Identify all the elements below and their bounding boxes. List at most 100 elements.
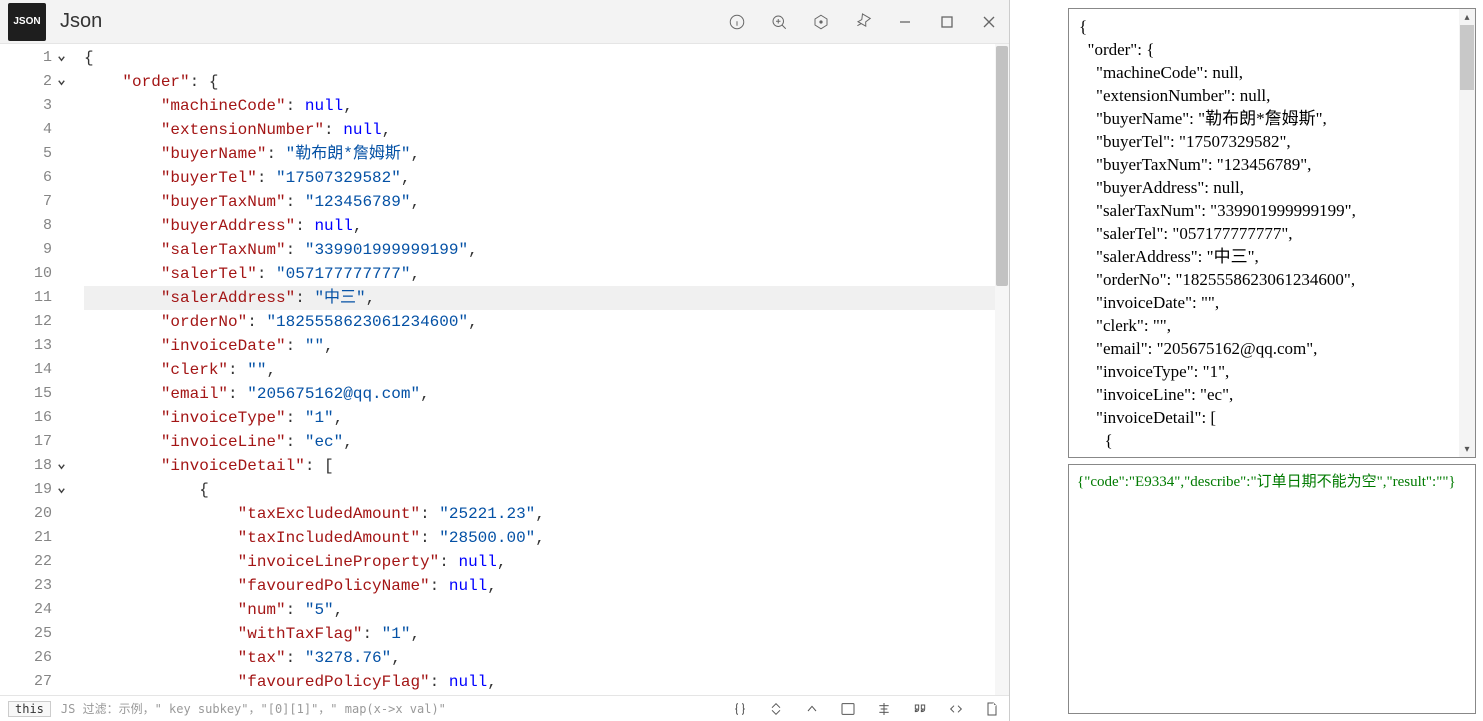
caret-up-icon[interactable]: [803, 700, 821, 718]
code-line[interactable]: "email": "205675162@qq.com",: [84, 382, 1009, 406]
hexagon-icon[interactable]: [809, 10, 833, 34]
line-number: 14: [0, 358, 52, 382]
preview-line: "buyerTaxNum": "123456789",: [1079, 153, 1471, 176]
code-line[interactable]: "extensionNumber": null,: [84, 118, 1009, 142]
code-line[interactable]: "taxExcludedAmount": "25221.23",: [84, 502, 1009, 526]
code-line[interactable]: "clerk": "",: [84, 358, 1009, 382]
preview-line: "buyerName": "勒布朗*詹姆斯",: [1079, 107, 1471, 130]
line-number: 27: [0, 670, 52, 694]
line-number: 24: [0, 598, 52, 622]
app-icon: JSON: [8, 3, 46, 41]
line-number: 8: [0, 214, 52, 238]
code-line[interactable]: "withTaxFlag": "1",: [84, 622, 1009, 646]
code-editor[interactable]: { "order": { "machineCode": null, "exten…: [62, 44, 1009, 695]
code-line[interactable]: "invoiceLine": "ec",: [84, 430, 1009, 454]
status-bar: this JS 过滤：示例，" key subkey"，"[0][1]"，" m…: [0, 695, 1009, 721]
line-number: 6: [0, 166, 52, 190]
preview-scrollbar[interactable]: ▴▾: [1459, 9, 1475, 457]
line-number: 18: [0, 454, 52, 478]
line-number: 12: [0, 310, 52, 334]
collapse-icon[interactable]: [767, 700, 785, 718]
preview-line: "clerk": "",: [1079, 314, 1471, 337]
close-button[interactable]: [977, 10, 1001, 34]
line-number: 21: [0, 526, 52, 550]
pin-icon[interactable]: [851, 10, 875, 34]
code-line[interactable]: "invoiceDetail": [: [84, 454, 1009, 478]
line-number: 16: [0, 406, 52, 430]
line-number: 20: [0, 502, 52, 526]
line-number: 11: [0, 286, 52, 310]
line-number: 1: [0, 46, 52, 70]
preview-line: "orderNo": "1825558623061234600",: [1079, 268, 1471, 291]
code-line[interactable]: "order": {: [84, 70, 1009, 94]
code-line[interactable]: "num": "5",: [84, 598, 1009, 622]
title-bar: JSON Json: [0, 0, 1009, 44]
preview-line: "machineCode": null,: [1079, 61, 1471, 84]
editor-vertical-scrollbar[interactable]: [995, 44, 1009, 695]
line-number-gutter: 1234567891011121314151617181920212223242…: [0, 44, 62, 695]
preview-line: {: [1079, 429, 1471, 452]
code-line[interactable]: "favouredPolicyFlag": null,: [84, 670, 1009, 694]
preview-line: "buyerTel": "17507329582",: [1079, 130, 1471, 153]
code-line[interactable]: "orderNo": "1825558623061234600",: [84, 310, 1009, 334]
line-number: 7: [0, 190, 52, 214]
braces-icon[interactable]: [731, 700, 749, 718]
code-line[interactable]: "buyerAddress": null,: [84, 214, 1009, 238]
code-line[interactable]: "taxIncludedAmount": "28500.00",: [84, 526, 1009, 550]
line-number: 2: [0, 70, 52, 94]
line-number: 22: [0, 550, 52, 574]
code-line[interactable]: "machineCode": null,: [84, 94, 1009, 118]
maximize-button[interactable]: [935, 10, 959, 34]
code-line[interactable]: "invoiceType": "1",: [84, 406, 1009, 430]
line-number: 17: [0, 430, 52, 454]
code-line[interactable]: "invoiceDate": "",: [84, 334, 1009, 358]
preview-line: "invoiceLine": "ec",: [1079, 383, 1471, 406]
code-line[interactable]: "favouredPolicyName": null,: [84, 574, 1009, 598]
preview-line: "invoiceType": "1",: [1079, 360, 1471, 383]
minimize-button[interactable]: [893, 10, 917, 34]
line-number: 26: [0, 646, 52, 670]
code-icon[interactable]: [947, 700, 965, 718]
line-number: 5: [0, 142, 52, 166]
preview-line: "order": {: [1079, 38, 1471, 61]
line-number: 13: [0, 334, 52, 358]
status-filter-hint[interactable]: JS 过滤：示例，" key subkey"，"[0][1]"，" map(x-…: [61, 700, 721, 717]
code-line[interactable]: "salerAddress": "中三",: [84, 286, 1009, 310]
result-pane[interactable]: {"code":"E9334","describe":"订单日期不能为空","r…: [1068, 464, 1476, 714]
preview-line: "buyerAddress": null,: [1079, 176, 1471, 199]
line-number: 23: [0, 574, 52, 598]
app-title: Json: [60, 10, 725, 33]
line-number: 3: [0, 94, 52, 118]
info-icon[interactable]: [725, 10, 749, 34]
quote-icon[interactable]: [911, 700, 929, 718]
preview-line: "salerAddress": "中三",: [1079, 245, 1471, 268]
preview-line: "invoiceDate": "",: [1079, 291, 1471, 314]
align-icon[interactable]: [875, 700, 893, 718]
line-number: 19: [0, 478, 52, 502]
code-line[interactable]: "tax": "3278.76",: [84, 646, 1009, 670]
preview-line: "invoiceDetail": [: [1079, 406, 1471, 429]
preview-line: "salerTaxNum": "339901999999199",: [1079, 199, 1471, 222]
line-number: 4: [0, 118, 52, 142]
code-line[interactable]: "buyerName": "勒布朗*詹姆斯",: [84, 142, 1009, 166]
code-line[interactable]: "buyerTaxNum": "123456789",: [84, 190, 1009, 214]
line-number: 15: [0, 382, 52, 406]
terminal-icon[interactable]: [839, 700, 857, 718]
line-number: 9: [0, 238, 52, 262]
right-panel: { "order": { "machineCode": null, "exten…: [1068, 8, 1476, 714]
line-number: 10: [0, 262, 52, 286]
document-icon[interactable]: [983, 700, 1001, 718]
line-number: 25: [0, 622, 52, 646]
preview-line: "salerTel": "057177777777",: [1079, 222, 1471, 245]
code-line[interactable]: {: [84, 478, 1009, 502]
code-line[interactable]: "invoiceLineProperty": null,: [84, 550, 1009, 574]
preview-line: "email": "205675162@qq.com",: [1079, 337, 1471, 360]
status-this: this: [8, 701, 51, 717]
code-line[interactable]: "salerTel": "057177777777",: [84, 262, 1009, 286]
preview-line: "extensionNumber": null,: [1079, 84, 1471, 107]
json-preview-pane[interactable]: { "order": { "machineCode": null, "exten…: [1068, 8, 1476, 458]
code-line[interactable]: "salerTaxNum": "339901999999199",: [84, 238, 1009, 262]
code-line[interactable]: {: [84, 46, 1009, 70]
code-line[interactable]: "buyerTel": "17507329582",: [84, 166, 1009, 190]
zoom-in-icon[interactable]: [767, 10, 791, 34]
